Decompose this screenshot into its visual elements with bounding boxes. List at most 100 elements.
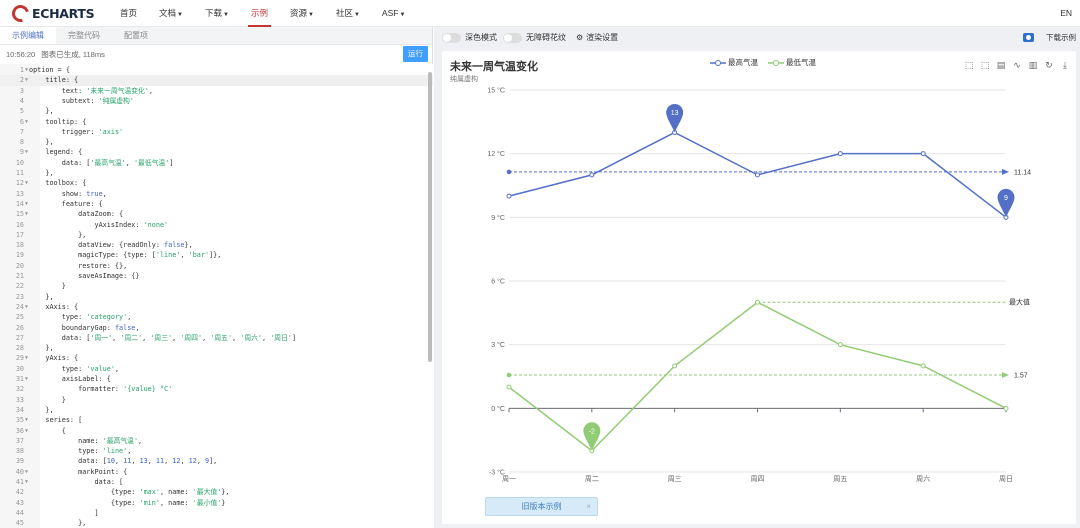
code-line[interactable]: 11 }, bbox=[0, 168, 433, 178]
fold-arrow-icon[interactable]: ▼ bbox=[25, 426, 28, 436]
fold-arrow-icon[interactable]: ▼ bbox=[25, 477, 28, 487]
fold-arrow-icon[interactable]: ▼ bbox=[25, 209, 28, 219]
bar-chart-icon[interactable]: ▥ bbox=[1028, 60, 1038, 70]
code-line[interactable]: 36 ▼ { bbox=[0, 426, 433, 436]
code-line[interactable]: 3 text: '未来一周气温变化', bbox=[0, 86, 433, 96]
fold-arrow-icon[interactable]: ▼ bbox=[25, 353, 28, 363]
code-line[interactable]: 34 }, bbox=[0, 405, 433, 415]
tab-example-edit[interactable]: 示例编辑 bbox=[0, 27, 56, 44]
code-line[interactable]: 30 type: 'value', bbox=[0, 364, 433, 374]
code-line[interactable]: 33 } bbox=[0, 395, 433, 405]
data-point[interactable] bbox=[1003, 405, 1009, 411]
code-line[interactable]: 10 data: ['最高气温', '最低气温'] bbox=[0, 158, 433, 168]
line-chart-icon[interactable]: ∿ bbox=[1012, 60, 1022, 70]
code-line[interactable]: 1 ▼ option = { bbox=[0, 65, 433, 75]
data-point[interactable] bbox=[506, 193, 512, 199]
code-line[interactable]: 44 ] bbox=[0, 508, 433, 518]
nav-item-4[interactable]: 资源▼ bbox=[290, 0, 314, 27]
fold-arrow-icon[interactable]: ▼ bbox=[25, 117, 28, 127]
code-line[interactable]: 32 formatter: '{value} °C' bbox=[0, 384, 433, 394]
nav-item-5[interactable]: 社区▼ bbox=[336, 0, 360, 27]
run-button[interactable]: 运行 bbox=[403, 46, 428, 62]
code-line[interactable]: 13 show: true, bbox=[0, 189, 433, 199]
code-line[interactable]: 31 ▼ axisLabel: { bbox=[0, 374, 433, 384]
old-version-banner[interactable]: 旧版本示例 × bbox=[485, 497, 598, 516]
dark-mode-toggle[interactable] bbox=[442, 32, 461, 43]
data-point[interactable] bbox=[755, 299, 760, 305]
code-line[interactable]: 7 trigger: 'axis' bbox=[0, 127, 433, 137]
code-line[interactable]: 43 {type: 'min', name: '最小值'} bbox=[0, 498, 433, 508]
data-point[interactable] bbox=[837, 151, 843, 157]
code-line[interactable]: 17 }, bbox=[0, 230, 433, 240]
echarts-logo[interactable]: ECHARTS bbox=[8, 1, 100, 25]
chart-canvas[interactable]: 15 °C12 °C9 °C6 °C3 °C0 °C-3 °C周一 周二 周三 周四周… bbox=[442, 51, 1076, 524]
restore-icon[interactable]: ↻ bbox=[1044, 60, 1054, 70]
nav-item-3[interactable]: 示例 bbox=[247, 0, 271, 27]
fold-arrow-icon[interactable]: ▼ bbox=[25, 415, 28, 425]
data-point[interactable] bbox=[672, 363, 678, 369]
mark-point-pin[interactable] bbox=[666, 103, 684, 133]
fold-arrow-icon[interactable]: ▼ bbox=[25, 65, 28, 75]
data-point[interactable] bbox=[506, 384, 512, 390]
code-line[interactable]: 15 ▼ dataZoom: { bbox=[0, 209, 433, 219]
data-view-icon[interactable]: ▤ bbox=[996, 60, 1006, 70]
fold-arrow-icon[interactable]: ▼ bbox=[25, 467, 28, 477]
fold-arrow-icon[interactable]: ▼ bbox=[25, 199, 28, 209]
fold-arrow-icon[interactable]: ▼ bbox=[25, 302, 28, 312]
code-line[interactable]: 8 }, bbox=[0, 137, 433, 147]
nav-item-0[interactable]: 首页 bbox=[120, 0, 137, 27]
code-line[interactable]: 6 ▼ tooltip: { bbox=[0, 117, 433, 127]
code-line[interactable]: 4 subtext: '纯属虚构' bbox=[0, 96, 433, 106]
save-image-icon[interactable]: ⤓ bbox=[1060, 60, 1070, 70]
code-editor[interactable]: 1 ▼ option = {2 ▼ title: {3 text: '未来一周气温变化… bbox=[0, 64, 433, 528]
close-icon[interactable]: × bbox=[586, 498, 591, 516]
decal-toggle[interactable] bbox=[503, 32, 522, 43]
code-line[interactable]: 37 name: '最高气温', bbox=[0, 436, 433, 446]
code-line[interactable]: 38 type: 'line', bbox=[0, 446, 433, 456]
code-line[interactable]: 42 {type: 'max', name: '最大值'}, bbox=[0, 487, 433, 497]
code-line[interactable]: 23 }, bbox=[0, 292, 433, 302]
code-line[interactable]: 19 magicType: {type: ['line', 'bar']}, bbox=[0, 250, 433, 260]
code-line[interactable]: 12 ▼ toolbox: { bbox=[0, 178, 433, 188]
fold-arrow-icon[interactable]: ▼ bbox=[25, 147, 28, 157]
code-line[interactable]: 5 }, bbox=[0, 106, 433, 116]
data-point[interactable] bbox=[920, 151, 926, 157]
code-line[interactable]: 18 dataView: {readOnly: false}, bbox=[0, 240, 433, 250]
download-example-button[interactable]: 下载示例 bbox=[1046, 27, 1076, 48]
code-line[interactable]: 22 } bbox=[0, 281, 433, 291]
camera-icon[interactable] bbox=[1023, 33, 1034, 42]
nav-item-2[interactable]: 下载▼ bbox=[205, 0, 229, 27]
tab-options[interactable]: 配置项 bbox=[112, 27, 160, 44]
gear-icon[interactable]: ⚙ bbox=[576, 33, 583, 42]
editor-scrollbar[interactable] bbox=[428, 72, 432, 362]
zoom-reset-icon[interactable]: ⬚ bbox=[980, 60, 990, 70]
zoom-icon[interactable]: ⬚ bbox=[964, 60, 974, 70]
legend-item-max[interactable]: 最高气温 bbox=[710, 57, 758, 68]
code-line[interactable]: 39 data: [10, 11, 13, 11, 12, 12, 9], bbox=[0, 456, 433, 466]
fold-arrow-icon[interactable]: ▼ bbox=[25, 178, 28, 188]
code-line[interactable]: 25 type: 'category', bbox=[0, 312, 433, 322]
code-line[interactable]: 41 ▼ data: [ bbox=[0, 477, 433, 487]
code-line[interactable]: 29 ▼ yAxis: { bbox=[0, 353, 433, 363]
render-settings-label[interactable]: 渲染设置 bbox=[586, 32, 618, 43]
code-line[interactable]: 2 ▼ title: { bbox=[0, 75, 433, 86]
code-line[interactable]: 27 data: ['周一', '周二', '周三', '周四', '周五', … bbox=[0, 333, 433, 343]
nav-item-6[interactable]: ASF▼ bbox=[382, 0, 405, 27]
code-line[interactable]: 40 ▼ markPoint: { bbox=[0, 467, 433, 477]
code-line[interactable]: 26 boundaryGap: false, bbox=[0, 323, 433, 333]
code-line[interactable]: 14 ▼ feature: { bbox=[0, 199, 433, 209]
code-line[interactable]: 28 }, bbox=[0, 343, 433, 353]
tab-full-code[interactable]: 完整代码 bbox=[56, 27, 112, 44]
code-line[interactable]: 24 ▼ xAxis: { bbox=[0, 302, 433, 312]
data-point[interactable] bbox=[837, 342, 843, 348]
nav-item-1[interactable]: 文档▼ bbox=[159, 0, 183, 27]
data-point[interactable] bbox=[589, 172, 595, 178]
data-point[interactable] bbox=[755, 172, 760, 178]
code-line[interactable]: 35 ▼ series: [ bbox=[0, 415, 433, 425]
data-point[interactable] bbox=[920, 363, 926, 369]
code-line[interactable]: 16 yAxisIndex: 'none' bbox=[0, 220, 433, 230]
legend-item-min[interactable]: 最低气温 bbox=[768, 57, 816, 68]
code-line[interactable]: 45 }, bbox=[0, 518, 433, 528]
code-line[interactable]: 9 ▼ legend: { bbox=[0, 147, 433, 157]
language-switch[interactable]: EN bbox=[1060, 0, 1072, 27]
